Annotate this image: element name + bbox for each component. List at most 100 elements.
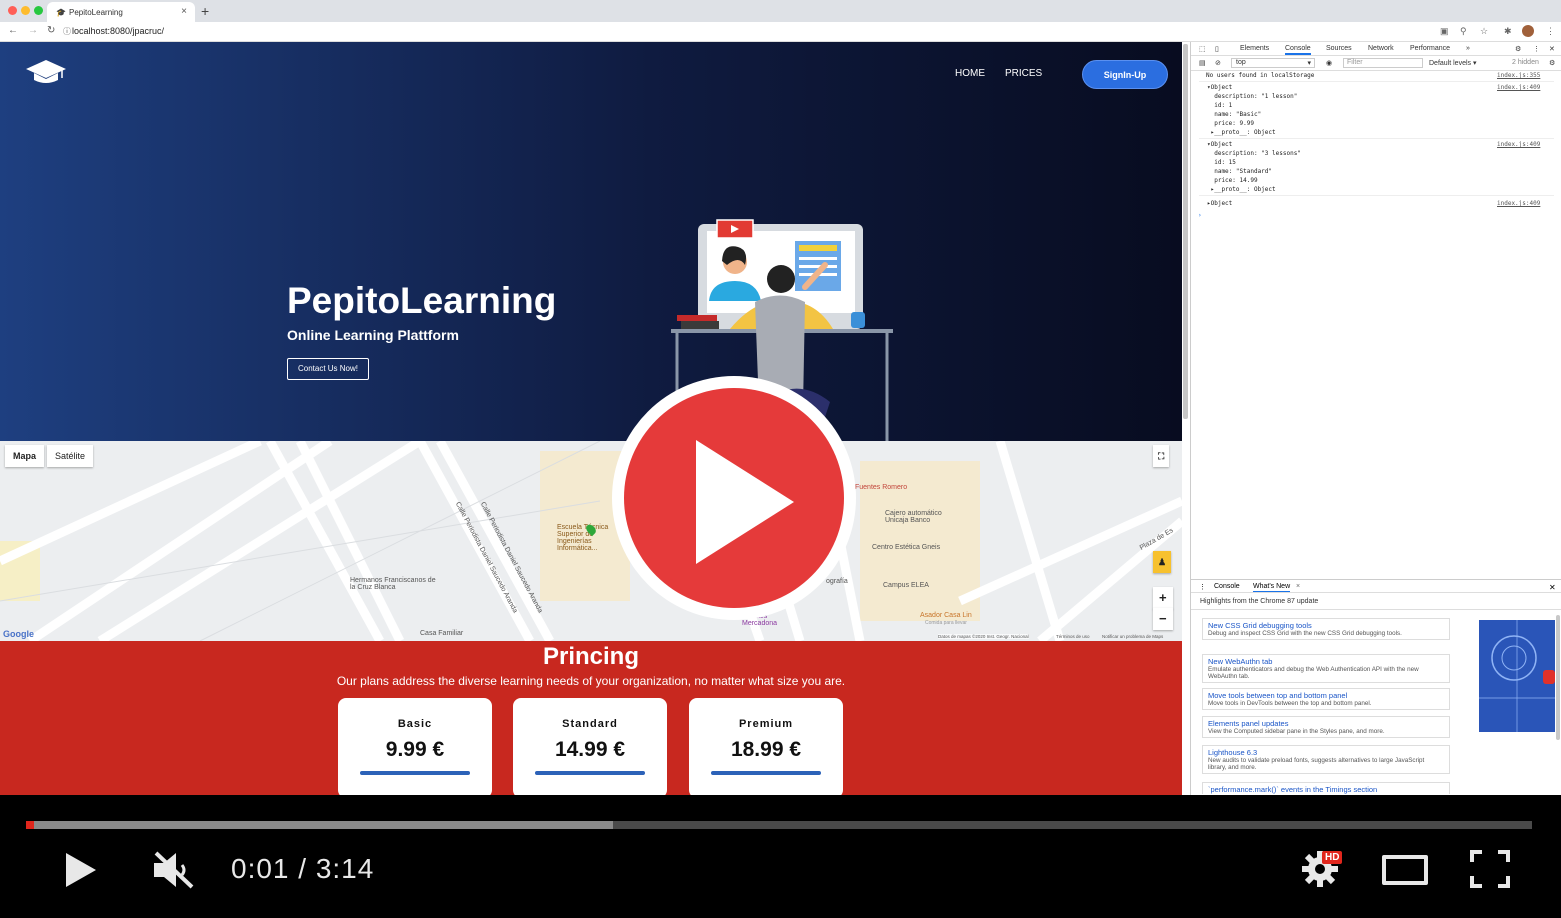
whats-new-item[interactable]: Move tools between top and bottom panel M… [1202,688,1450,710]
tab-sources[interactable]: Sources [1326,45,1352,52]
whats-new-item-title[interactable]: Move tools between top and bottom panel [1208,691,1444,700]
console-prompt[interactable]: › [1198,212,1202,219]
maximize-window-icon[interactable] [34,6,43,15]
console-source-link[interactable]: index.js:409 [1497,200,1540,207]
video-controls-bar: 0:01 / 3:14 HD [0,795,1561,918]
page-scrollbar[interactable] [1183,44,1188,419]
whats-new-list: New CSS Grid debugging tools Debug and in… [1191,618,1456,794]
drawer-tab-console[interactable]: Console [1214,583,1240,590]
drawer-scrollbar[interactable] [1556,615,1560,740]
whats-new-item-title[interactable]: New CSS Grid debugging tools [1208,621,1444,630]
close-window-icon[interactable] [8,6,17,15]
google-map[interactable]: Mapa Satélite ⛶ ♟ + − Escuela Técnica Su… [0,441,1182,641]
video-progress-track[interactable] [26,821,1532,829]
console-line: price: 14.99 [1207,177,1258,184]
zoom-icon[interactable]: ⚲ [1460,26,1467,37]
console-line[interactable]: ▸__proto__: Object [1207,186,1276,193]
big-play-icon[interactable] [610,374,858,622]
map-terms-link[interactable]: Términos de uso [1056,634,1090,639]
graduation-cap-logo-icon[interactable] [26,58,66,86]
clear-console-icon[interactable]: ⊘ [1215,59,1221,67]
map-report-link[interactable]: Notificar un problema de Maps [1102,634,1163,639]
muted-volume-icon[interactable] [150,849,198,891]
console-source-link[interactable]: index.js:409 [1497,84,1540,91]
whats-new-item-title[interactable]: `performance.mark()` events in the Timin… [1208,785,1444,794]
context-select[interactable]: top ▾ [1231,58,1315,68]
whats-new-item-title[interactable]: New WebAuthn tab [1208,657,1444,666]
new-tab-icon[interactable]: + [201,3,209,19]
console-line[interactable]: ▸__proto__: Object [1207,129,1276,136]
nav-home-link[interactable]: HOME [955,68,985,79]
plan-price: 14.99 € [554,738,626,761]
plan-divider [711,771,821,775]
device-toggle-icon[interactable]: ▯ [1215,45,1219,53]
whats-new-item[interactable]: `performance.mark()` events in the Timin… [1202,782,1450,794]
close-tab-icon[interactable]: × [181,6,187,17]
zoom-in-button[interactable]: + [1153,587,1173,609]
nav-prices-link[interactable]: PRICES [1005,68,1042,79]
whats-new-item[interactable]: Elements panel updates View the Computed … [1202,716,1450,738]
devtools-close-icon[interactable]: ✕ [1549,45,1555,53]
whats-new-item[interactable]: New WebAuthn tab Emulate authenticators a… [1202,654,1450,683]
sidebar-toggle-icon[interactable]: ▤ [1199,59,1206,67]
devtools-settings-icon[interactable]: ⚙ [1515,45,1521,53]
street-view-pegman-icon[interactable]: ♟ [1153,551,1172,573]
console-filter-input[interactable]: Filter [1343,58,1423,68]
whats-new-item-title[interactable]: Elements panel updates [1208,719,1444,728]
whats-new-item-title[interactable]: Lighthouse 6.3 [1208,748,1444,757]
console-line[interactable]: ▾Object [1207,141,1232,148]
profile-avatar[interactable] [1522,25,1534,37]
console-settings-icon[interactable]: ⚙ [1549,59,1555,67]
tab-performance[interactable]: Performance [1410,45,1450,52]
signup-button[interactable]: SignIn-Up [1082,60,1168,89]
minimize-window-icon[interactable] [21,6,30,15]
hero-section: HOME PRICES SignIn-Up PepitoLearning Onl… [0,42,1182,441]
console-source-link[interactable]: index.js:409 [1497,141,1540,148]
video-played-bar [26,821,34,829]
whats-new-item[interactable]: New CSS Grid debugging tools Debug and in… [1202,618,1450,640]
console-line[interactable]: ▸Object [1207,200,1232,207]
browser-menu-icon[interactable]: ⋮ [1546,26,1555,37]
dropdown-arrow-icon: ▾ [1307,60,1311,67]
inspect-icon[interactable]: ⬚ [1199,45,1206,53]
log-levels-select[interactable]: Default levels ▾ [1429,59,1476,67]
reload-icon[interactable]: ↻ [47,25,55,36]
theater-mode-icon[interactable] [1382,855,1428,885]
info-icon[interactable]: ⓘ [63,26,71,37]
console-output: No users found in localStorage index.js:3… [1191,72,1561,252]
translate-icon[interactable]: ▣ [1440,26,1449,37]
contact-us-button[interactable]: Contact Us Now! [287,358,369,380]
map-view-button[interactable]: Mapa [5,445,45,467]
tab-network[interactable]: Network [1368,45,1394,52]
plan-card-premium[interactable]: Premium 18.99 € [689,698,843,798]
plan-divider [360,771,470,775]
plan-card-standard[interactable]: Standard 14.99 € [513,698,667,798]
map-fullscreen-icon[interactable]: ⛶ [1153,445,1170,467]
satellite-view-button[interactable]: Satélite [47,445,94,467]
eye-icon[interactable]: ◉ [1326,59,1332,67]
tab-elements[interactable]: Elements [1240,45,1269,52]
zoom-out-button[interactable]: − [1153,608,1173,630]
fullscreen-icon[interactable] [1470,850,1510,888]
map-label-fuentes-romero: Fuentes Romero [855,484,908,491]
google-logo: Google [3,629,34,639]
devtools-menu-icon[interactable]: ⋮ [1533,45,1540,53]
close-whats-new-icon[interactable]: × [1296,583,1300,590]
extensions-icon[interactable]: ✱ [1504,26,1512,37]
whats-new-item[interactable]: Lighthouse 6.3 New audits to validate pre… [1202,745,1450,774]
console-source-link[interactable]: index.js:355 [1497,72,1540,79]
browser-tab[interactable]: 🎓 PepitoLearning × [47,2,195,22]
plan-card-basic[interactable]: Basic 9.99 € [338,698,492,798]
url-input[interactable]: localhost:8080/jpacruc/ [72,26,164,36]
back-icon[interactable]: ← [8,25,18,36]
whats-new-item-desc: Debug and inspect CSS Grid with the new … [1208,630,1402,637]
whats-new-item-desc: Move tools in DevTools between the top a… [1208,700,1372,707]
play-icon[interactable] [62,851,98,889]
forward-icon[interactable]: → [28,25,38,36]
drawer-close-icon[interactable]: ✕ [1549,583,1556,592]
drawer-menu-icon[interactable]: ⋮ [1199,583,1206,591]
tab-console[interactable]: Console [1285,45,1311,55]
bookmark-star-icon[interactable]: ☆ [1480,26,1488,37]
console-line[interactable]: ▾Object [1207,84,1232,91]
tab-more[interactable]: » [1466,45,1470,52]
